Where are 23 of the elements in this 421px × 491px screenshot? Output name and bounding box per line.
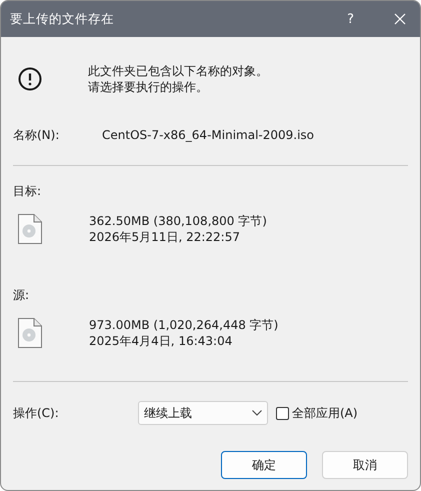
dialog-button[interactable]: 取消 [322,451,408,479]
window-title: 要上传的文件存在 [10,10,115,28]
action-dropdown[interactable]: 继续上载 [138,401,268,425]
section-label: 目标: [13,183,42,199]
checkbox[interactable] [276,406,289,420]
action-label: 操作(C): [13,404,60,422]
exclamation-icon [18,66,42,90]
file-date: 2026年5月11日, 22:22:57 [89,229,241,245]
disc-file-icon [18,214,42,244]
file-size: 362.50MB (380,108,800 字节) [89,213,267,229]
message-text: 请选择要执行的操作。 [88,78,209,94]
name-label: 名称(N): [13,126,60,144]
chevron-down-icon [252,410,262,416]
file-size: 973.00MB (1,020,264,448 字节) [89,317,278,333]
dialog-button[interactable]: 确定 [221,451,307,479]
checkbox-label[interactable]: 全部应用(A) [292,404,358,422]
close-icon[interactable] [394,13,406,25]
file-date: 2025年4月4日, 16:43:04 [89,333,234,349]
disc-file-icon [18,318,42,348]
section-label: 源: [13,287,30,303]
message-text: 此文件夹已包含以下名称的对象。 [88,62,268,78]
help-button[interactable]: ? [347,12,354,26]
file-name: CentOS-7-x86_64-Minimal-2009.iso [102,128,314,142]
